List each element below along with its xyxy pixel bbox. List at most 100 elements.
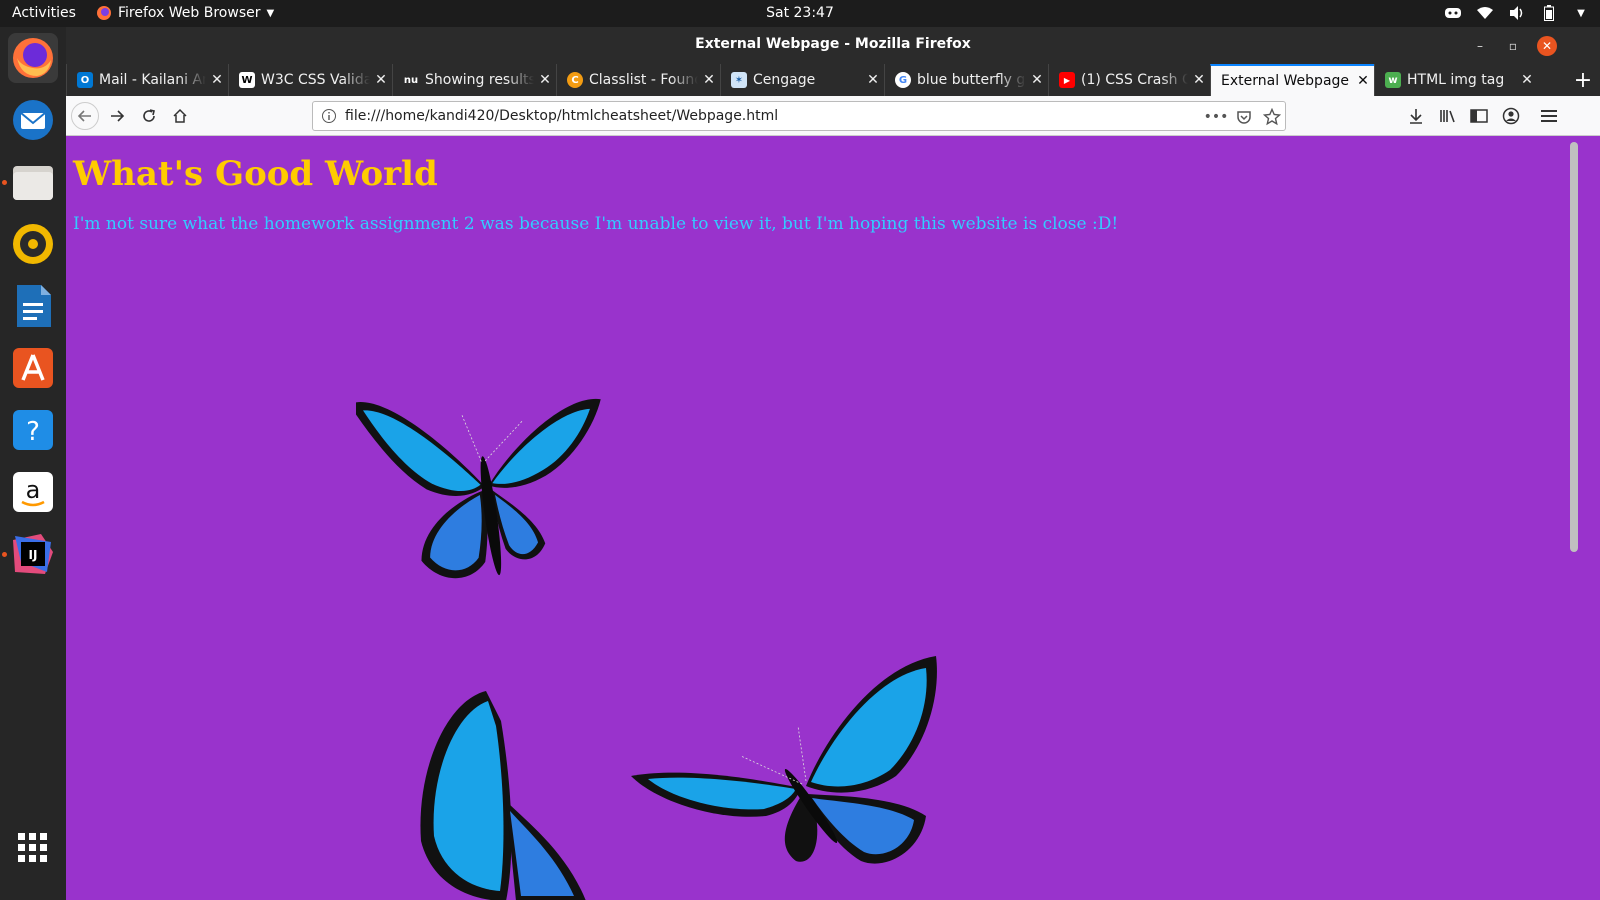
tab-label: blue butterfly g [917,72,1026,88]
firefox-window: External Webpage - Mozilla Firefox – ▫ ✕… [66,27,1600,900]
activities-button[interactable]: Activities [12,5,76,21]
google-icon: G [895,72,911,88]
firefox-small-icon [97,6,111,20]
butterfly-image [420,691,586,900]
tab-label: Classlist - Found [589,72,698,88]
info-icon[interactable] [321,108,337,124]
home-button[interactable] [166,102,194,130]
close-tab-icon[interactable]: ✕ [862,72,884,88]
butterfly-image [631,656,937,864]
arrow-left-icon [77,110,91,122]
tab-label: (1) CSS Crash Co [1081,72,1188,88]
chevron-down-icon: ▼ [266,7,275,19]
tab-mail[interactable]: O Mail - Kailani An ✕ [66,64,228,96]
back-button[interactable] [71,102,99,130]
close-tab-icon[interactable]: ✕ [1026,72,1048,88]
thunderbird-dock-icon[interactable] [8,95,58,145]
system-tray[interactable]: ▼ [1444,4,1590,22]
libreoffice-writer-dock-icon[interactable] [8,281,58,331]
tab-classlist[interactable]: C Classlist - Found ✕ [556,64,720,96]
close-tab-icon[interactable]: ✕ [206,72,228,88]
youtube-icon: ▶ [1059,72,1075,88]
library-icon[interactable] [1438,106,1458,126]
tab-cengage[interactable]: ✶ Cengage ✕ [720,64,884,96]
tab-html-img-tag[interactable]: w HTML img tag ✕ [1374,64,1538,96]
firefox-dock-icon[interactable] [8,33,58,83]
svg-text:IJ: IJ [29,548,38,562]
close-tab-icon[interactable]: ✕ [534,72,556,88]
close-window-button[interactable]: ✕ [1537,36,1557,56]
dock: ? a IJ [0,27,66,900]
intellij-dock-icon[interactable]: IJ [8,529,58,579]
tab-youtube[interactable]: ▶ (1) CSS Crash Co ✕ [1048,64,1210,96]
svg-text:a: a [26,476,41,504]
ubuntu-software-dock-icon[interactable] [8,343,58,393]
clock[interactable]: Sat 23:47 [766,5,834,21]
outlook-icon: O [77,72,93,88]
running-indicator [2,552,7,557]
url-text[interactable]: file:///home/kandi420/Desktop/htmlcheats… [345,108,778,124]
arrow-right-icon [111,110,125,122]
close-tab-icon[interactable]: ✕ [1516,72,1538,88]
running-indicator [2,180,7,185]
cengage-icon: ✶ [731,72,747,88]
close-tab-icon[interactable]: ✕ [1188,72,1210,88]
new-tab-button[interactable]: + [1566,64,1600,96]
tab-google-search[interactable]: G blue butterfly g ✕ [884,64,1048,96]
tab-showing-results[interactable]: nu Showing results ✕ [392,64,556,96]
title-bar[interactable]: External Webpage - Mozilla Firefox – ▫ ✕ [66,27,1600,64]
account-icon[interactable] [1501,106,1521,126]
hamburger-menu-icon[interactable] [1539,106,1559,126]
app-menu[interactable]: Firefox Web Browser ▼ [96,5,274,21]
home-icon [173,108,187,123]
tab-w3c-validator[interactable]: W W3C CSS Valida ✕ [228,64,392,96]
tab-label: External Webpage [1221,73,1350,89]
page-actions-menu-icon[interactable]: ••• [1204,108,1229,126]
w3c-icon: W [239,72,255,88]
app-menu-label: Firefox Web Browser [118,5,261,21]
tab-label: HTML img tag [1407,72,1505,88]
page-heading: What's Good World [73,154,438,194]
battery-icon[interactable] [1540,4,1558,22]
sidebar-toggle-icon[interactable] [1469,106,1489,126]
navigation-toolbar: file:///home/kandi420/Desktop/htmlcheats… [66,96,1600,136]
close-tab-icon[interactable]: ✕ [698,72,720,88]
page-paragraph: I'm not sure what the homework assignmen… [73,214,1119,234]
tab-label: Cengage [753,72,816,88]
downloads-icon[interactable] [1406,106,1426,126]
help-dock-icon[interactable]: ? [8,405,58,455]
amazon-dock-icon[interactable]: a [8,467,58,517]
classlist-icon: C [567,72,583,88]
tab-label: Showing results [425,72,534,88]
rhythmbox-dock-icon[interactable] [8,219,58,269]
forward-button[interactable] [103,102,131,130]
page-scrollbar[interactable] [1556,136,1600,900]
gnome-top-bar: Activities Firefox Web Browser ▼ Sat 23:… [0,0,1600,27]
scrollbar-thumb[interactable] [1570,142,1578,552]
tab-label: W3C CSS Valida [261,72,370,88]
system-menu-chevron-icon[interactable]: ▼ [1572,4,1590,22]
maximize-button[interactable]: ▫ [1503,36,1523,56]
reload-icon [143,109,155,122]
url-bar[interactable]: file:///home/kandi420/Desktop/htmlcheats… [312,101,1286,131]
pocket-icon[interactable] [1235,108,1253,126]
butterfly-image [356,399,601,579]
w3schools-icon: w [1385,72,1401,88]
tab-external-webpage[interactable]: External Webpage ✕ [1210,64,1374,96]
show-applications-grid-icon[interactable] [8,823,58,873]
wifi-icon[interactable] [1476,4,1494,22]
nu-icon: nu [403,74,419,86]
minimize-button[interactable]: – [1470,36,1490,56]
tab-strip: O Mail - Kailani An ✕ W W3C CSS Valida ✕… [66,64,1600,96]
files-dock-icon[interactable] [8,157,58,207]
discord-icon[interactable] [1444,4,1462,22]
volume-icon[interactable] [1508,4,1526,22]
bookmark-star-icon[interactable] [1263,108,1281,126]
close-tab-icon[interactable]: ✕ [370,72,392,88]
page-content: What's Good World I'm not sure what the … [66,136,1556,900]
window-title: External Webpage - Mozilla Firefox [695,36,971,52]
svg-text:?: ? [26,417,40,447]
tab-label: Mail - Kailani An [99,72,206,88]
close-tab-icon[interactable]: ✕ [1352,73,1374,89]
reload-button[interactable] [135,102,163,130]
